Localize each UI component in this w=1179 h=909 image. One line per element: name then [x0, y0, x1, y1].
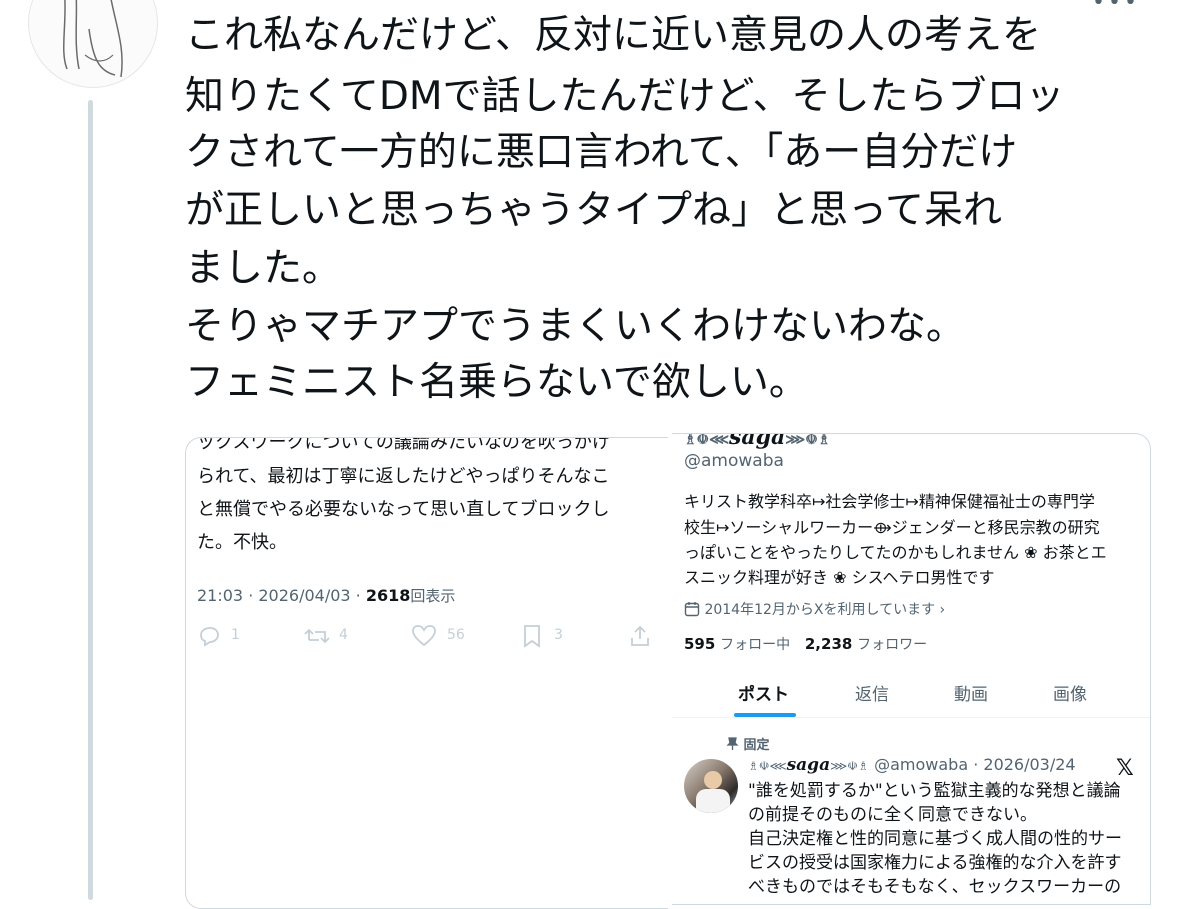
tweet-text-line: フェミニスト名乗らないで欲しい。	[185, 360, 808, 405]
share-button[interactable]	[629, 624, 651, 652]
calendar-icon	[684, 602, 700, 617]
tabs-divider	[672, 717, 1150, 718]
share-icon	[631, 625, 649, 646]
bio-line: 校生↦ソーシャルワーカー⟴ジェンダーと移民宗教の研究	[684, 518, 1100, 537]
pinned-post-line: べきものではそもそもなく、セックスワーカーの	[748, 877, 1122, 897]
pinned-post-line: 自己決定権と性的同意に基づく成人間の性的サー	[748, 829, 1122, 849]
view-count: 2618	[365, 586, 411, 605]
followers-label[interactable]: フォロワー	[857, 637, 927, 653]
tweet-text-line: が正しいと思っちゃうタイプね」と思って呆れ	[185, 188, 1003, 233]
tweet-text-line: そりゃマチアプでうまくいくわけないわな。	[185, 304, 966, 349]
retweet-button[interactable]: 4	[303, 624, 348, 652]
decor-left-icon: ♗☫⋘	[748, 759, 787, 773]
bio-line: スニック料理が好き ❀ シスヘテロ男性です	[684, 568, 995, 587]
decor-right-icon: ⋙☫♗	[785, 433, 831, 448]
profile-handle: @amowaba	[684, 451, 784, 471]
tab-posts[interactable]: ポスト	[738, 680, 789, 705]
pinned-display-name[interactable]: saga	[787, 755, 831, 775]
following-label[interactable]: フォロー中	[720, 637, 790, 653]
post-time: 21:03 · 2026/04/03 ·	[197, 586, 366, 605]
tab-videos[interactable]: 動画	[954, 680, 988, 705]
pinned-post-line: の前提そのものに全く同意できない。	[748, 805, 1037, 825]
pinned-indicator: 固定	[726, 734, 770, 753]
more-dots-icon[interactable]: •••	[1092, 0, 1172, 15]
embed-text-line: ックスワークについての議論みたいなのを吹っかけ	[197, 437, 610, 453]
chevron-right-icon: ›	[939, 602, 946, 618]
reply-button[interactable]: 1	[197, 624, 240, 652]
reply-icon	[200, 627, 219, 647]
avatar-sketch-icon	[62, 0, 123, 78]
retweet-count: 4	[339, 627, 348, 643]
x-logo-icon: 𝕏	[1116, 756, 1134, 781]
post-timestamp: 21:03 · 2026/04/03 · 2618回表示	[197, 585, 455, 606]
tweet-text-line: ました。	[185, 246, 342, 291]
like-count: 56	[447, 627, 465, 643]
bookmark-button[interactable]: 3	[521, 624, 563, 652]
avatar-face	[704, 771, 722, 789]
pinned-post-line: "誰を処罰するか"という監獄主義的な発想と議論	[748, 781, 1121, 801]
joined-date[interactable]: 2014年12月からXを利用しています ›	[684, 599, 945, 619]
bookmark-icon	[524, 625, 540, 648]
profile-display-name: ♗☫⋘saga⋙☫♗	[684, 433, 831, 450]
reply-count: 1	[231, 627, 240, 643]
embed-text-line: と無償でやる必要ないなって思い直してブロックし	[197, 499, 610, 520]
embed-text-line: た。不快。	[197, 532, 287, 553]
pinned-post-line: ビスの授受は国家権力による強権的な介入を許す	[748, 853, 1122, 873]
author-avatar[interactable]	[28, 0, 158, 88]
pin-icon	[726, 737, 739, 750]
tweet-text-line: クされて一方的に悪口言われて、「あー自分だけ	[185, 130, 1018, 175]
retweet-icon	[304, 628, 330, 644]
bookmark-count: 3	[554, 627, 563, 643]
like-button[interactable]: 56	[411, 624, 465, 652]
decor-right-icon: ⋙☫♗	[830, 759, 869, 773]
view-label: 回表示	[410, 587, 456, 605]
pinned-post-header: ♗☫⋘saga⋙☫♗ @amowaba · 2026/03/24	[748, 755, 1076, 775]
decor-left-icon: ♗☫⋘	[684, 433, 730, 448]
following-count: 595	[684, 635, 716, 653]
followers-count: 2,238	[804, 635, 853, 653]
tab-replies[interactable]: 返信	[855, 680, 889, 705]
pinned-author-avatar[interactable]	[684, 759, 738, 813]
avatar-shirt	[696, 789, 730, 813]
pinned-label: 固定	[743, 738, 770, 753]
embed-text-line: られて、最初は丁寧に返したけどやっぱりそんなこ	[197, 466, 610, 487]
tweet-text-line: これ私なんだけど、反対に近い意見の人の考えを	[185, 13, 1042, 58]
action-bar: 1 4 56 3	[197, 624, 667, 654]
display-name-text: saga	[729, 433, 786, 450]
pinned-handle-date: @amowaba · 2026/03/24	[874, 755, 1076, 774]
tab-media[interactable]: 画像	[1053, 680, 1087, 705]
joined-text: 2014年12月からXを利用しています	[704, 602, 936, 618]
bio-line: っぽいことをやったりしてたのかもしれません ❀ お茶とエ	[684, 543, 1107, 562]
heart-icon	[412, 625, 436, 647]
follow-stats: 595 フォロー中 2,238 フォロワー	[684, 634, 927, 654]
bio-line: キリスト教学科卒↦社会学修士↦精神保健福祉士の専門学	[684, 492, 1095, 511]
attached-image-right[interactable]: ♗☫⋘saga⋙☫♗ @amowaba キリスト教学科卒↦社会学修士↦精神保健福…	[672, 433, 1151, 905]
tweet-text-line: 知りたくてDMで話したんだけど、そしたらブロッ	[185, 74, 1065, 119]
thread-connector	[88, 100, 93, 900]
attached-image-left[interactable]: ックスワークについての議論みたいなのを吹っかけ られて、最初は丁寧に返したけどや…	[185, 437, 668, 909]
